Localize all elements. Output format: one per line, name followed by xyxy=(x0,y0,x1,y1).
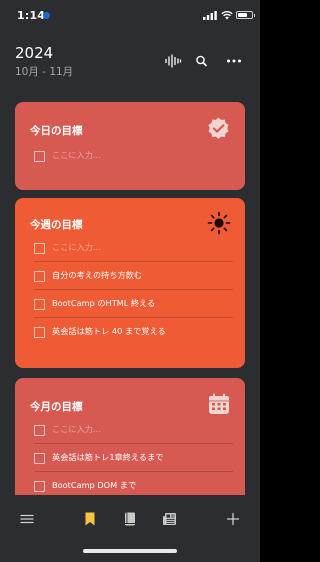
monthly-goal-card: 今月の目標 ここに入力... 英会話は筋トレ1章終えるまで BootCamp D… xyxy=(15,378,245,495)
goal-item[interactable]: BootCamp DOM まで xyxy=(34,477,233,495)
newspaper-icon[interactable] xyxy=(162,511,178,527)
goal-text[interactable]: 英会話は筋トレ1章終えるまで xyxy=(52,451,163,463)
goal-text[interactable]: 英会話は筋トレ 40 まで覚える xyxy=(52,325,166,337)
goal-item-input[interactable]: ここに入力... xyxy=(34,421,233,444)
app-screen: 1:14 2024 10月 - 11月 今日の目標 ここに入力... 今週の目標… xyxy=(0,0,260,562)
status-bar: 1:14 xyxy=(0,0,260,30)
goal-text[interactable]: BootCamp DOM まで xyxy=(52,479,136,491)
checkbox[interactable] xyxy=(34,271,45,282)
battery-icon xyxy=(236,11,255,19)
checkbox[interactable] xyxy=(34,243,45,254)
plus-icon[interactable] xyxy=(225,511,241,527)
page-title: 2024 xyxy=(15,44,54,62)
waveform-icon[interactable] xyxy=(164,54,182,68)
card-title: 今日の目標 xyxy=(30,125,83,137)
checkbox[interactable] xyxy=(34,299,45,310)
checkbox[interactable] xyxy=(34,453,45,464)
cellular-signal-icon xyxy=(203,11,217,20)
checkbox[interactable] xyxy=(34,327,45,338)
status-time: 1:14 xyxy=(17,9,46,22)
goal-text[interactable]: 自分の考えの持ち方飲む xyxy=(52,269,142,281)
checkbox[interactable] xyxy=(34,151,45,162)
goal-item-input[interactable]: ここに入力... xyxy=(34,239,233,262)
more-options-icon[interactable] xyxy=(225,54,243,68)
checkbox[interactable] xyxy=(34,425,45,436)
goal-item[interactable]: 英会話は筋トレ1章終えるまで xyxy=(34,449,233,472)
home-indicator[interactable] xyxy=(83,549,177,553)
card-title: 今週の目標 xyxy=(30,219,83,231)
sun-icon xyxy=(207,211,231,235)
goal-item[interactable]: 英会話は筋トレ 40 まで覚える xyxy=(34,323,233,345)
goal-text[interactable]: BootCamp のHTML 終える xyxy=(52,297,155,309)
date-range: 10月 - 11月 xyxy=(15,66,74,78)
goal-input-placeholder[interactable]: ここに入力... xyxy=(52,149,101,161)
book-icon[interactable] xyxy=(122,511,138,527)
search-icon[interactable] xyxy=(193,54,211,68)
location-indicator-icon xyxy=(43,12,50,19)
weekly-goal-card: 今週の目標 ここに入力... 自分の考えの持ち方飲む BootCamp のHTM… xyxy=(15,198,245,368)
goal-item-input[interactable]: ここに入力... xyxy=(34,147,233,169)
card-title: 今月の目標 xyxy=(30,401,83,413)
goal-item[interactable]: BootCamp のHTML 終える xyxy=(34,295,233,318)
wifi-icon xyxy=(221,10,233,20)
goals-list[interactable]: 今日の目標 ここに入力... 今週の目標 ここに入力... 自分の考えの持ち方飲… xyxy=(0,100,260,495)
goal-input-placeholder[interactable]: ここに入力... xyxy=(52,241,101,253)
verified-badge-icon xyxy=(208,117,229,139)
goal-input-placeholder[interactable]: ここに入力... xyxy=(52,423,101,435)
bookmark-icon[interactable] xyxy=(82,511,98,527)
goal-item[interactable]: 自分の考えの持ち方飲む xyxy=(34,267,233,290)
checkbox[interactable] xyxy=(34,481,45,492)
daily-goal-card: 今日の目標 ここに入力... xyxy=(15,102,245,190)
calendar-icon xyxy=(209,393,229,414)
menu-icon[interactable] xyxy=(19,511,35,527)
